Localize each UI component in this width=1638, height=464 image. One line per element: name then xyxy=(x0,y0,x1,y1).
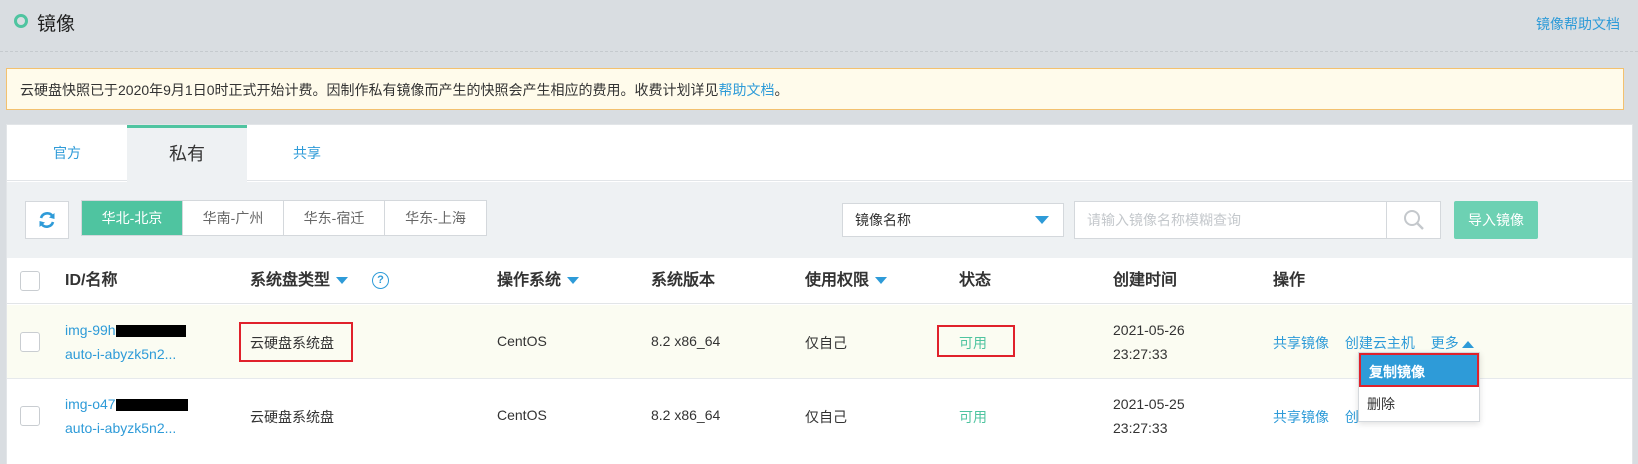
disk-type-cell: 云硬盘系统盘 xyxy=(250,335,334,351)
create-vm-link[interactable]: 创 xyxy=(1345,409,1359,425)
more-label: 更多 xyxy=(1430,335,1459,351)
col-status: 状态 xyxy=(959,272,992,289)
search-icon xyxy=(1403,210,1424,230)
col-disk-type: 系统盘类型? xyxy=(250,258,390,304)
search-box xyxy=(1074,201,1441,239)
permission-cell: 仅自己 xyxy=(805,409,847,425)
title-circle-icon xyxy=(14,14,28,28)
region-beijing[interactable]: 华北-北京 xyxy=(82,201,183,235)
os-filter-icon[interactable] xyxy=(567,277,580,285)
chevron-up-icon xyxy=(1461,340,1474,348)
more-actions-dropdown: 复制镜像 删除 xyxy=(1358,352,1480,422)
notice-text: 云硬盘快照已于2020年9月1日0时正式开始计费。因制作私有镜像而产生的快照会产… xyxy=(20,82,719,98)
image-tabs: 官方 私有 共享 xyxy=(7,125,1632,182)
page-title: 镜像 xyxy=(37,14,76,35)
region-selector: 华北-北京 华南-广州 华东-宿迁 华东-上海 xyxy=(81,200,487,236)
copy-image-menu-item[interactable]: 复制镜像 xyxy=(1359,353,1479,387)
share-image-link[interactable]: 共享镜像 xyxy=(1273,409,1329,425)
search-field-value: 镜像名称 xyxy=(855,212,911,228)
id-name-cell: img-99h auto-i-abyzk5n2... xyxy=(65,318,186,366)
table-header: ID/名称 系统盘类型? 操作系统 系统版本 使用权限 状态 创建时间 操作 xyxy=(7,258,1632,304)
import-image-button[interactable]: 导入镜像 xyxy=(1454,201,1538,239)
disk-type-filter-icon[interactable] xyxy=(336,277,349,285)
image-panel: 官方 私有 共享 华北-北京 华南-广州 华东-宿迁 华东-上海 镜像名称 请输… xyxy=(6,124,1633,464)
created-time: 23:27:33 xyxy=(1113,346,1168,362)
tab-shared[interactable]: 共享 xyxy=(247,125,367,181)
created-time: 23:27:33 xyxy=(1113,420,1168,436)
created-cell: 2021-05-25 23:27:33 xyxy=(1113,392,1185,440)
delete-menu-item[interactable]: 删除 xyxy=(1359,387,1479,421)
image-id-link[interactable]: img-99h xyxy=(65,322,116,338)
status-badge: 可用 xyxy=(959,409,987,425)
page-header: 镜像 镜像帮助文档 xyxy=(0,0,1638,52)
actions-cell: 共享镜像 创 xyxy=(1273,407,1359,427)
notice-help-link[interactable]: 帮助文档 xyxy=(719,82,775,98)
image-id-link[interactable]: img-o47 xyxy=(65,396,116,412)
billing-notice: 云硬盘快照已于2020年9月1日0时正式开始计费。因制作私有镜像而产生的快照会产… xyxy=(6,68,1624,110)
search-field-select[interactable]: 镜像名称 xyxy=(842,203,1064,237)
search-input[interactable] xyxy=(1075,202,1385,238)
create-vm-link[interactable]: 创建云主机 xyxy=(1345,335,1415,351)
col-os-label: 操作系统 xyxy=(497,272,562,289)
version-cell: 8.2 x86_64 xyxy=(651,407,721,423)
region-suqian[interactable]: 华东-宿迁 xyxy=(284,201,385,235)
share-image-link[interactable]: 共享镜像 xyxy=(1273,335,1329,351)
permission-filter-icon[interactable] xyxy=(875,277,888,285)
col-id-name: ID/名称 xyxy=(65,272,118,289)
created-cell: 2021-05-26 23:27:33 xyxy=(1113,318,1185,366)
chevron-down-icon xyxy=(1035,216,1049,224)
tab-private[interactable]: 私有 xyxy=(127,125,247,182)
refresh-icon xyxy=(39,212,55,228)
region-guangzhou[interactable]: 华南-广州 xyxy=(183,201,284,235)
disk-type-cell: 云硬盘系统盘 xyxy=(250,409,334,425)
filter-bar: 华北-北京 华南-广州 华东-宿迁 华东-上海 镜像名称 导入镜像 xyxy=(7,182,1632,258)
id-name-cell: img-o47 auto-i-abyzk5n2... xyxy=(65,392,188,440)
version-cell: 8.2 x86_64 xyxy=(651,333,721,349)
more-actions-link[interactable]: 更多 xyxy=(1431,335,1474,351)
permission-cell: 仅自己 xyxy=(805,335,847,351)
col-version: 系统版本 xyxy=(651,272,716,289)
select-all-checkbox[interactable] xyxy=(20,271,40,291)
created-date: 2021-05-25 xyxy=(1113,396,1185,412)
col-actions: 操作 xyxy=(1273,272,1306,289)
notice-suffix: 。 xyxy=(774,82,789,98)
col-permission-label: 使用权限 xyxy=(805,272,870,289)
created-date: 2021-05-26 xyxy=(1113,322,1185,338)
region-shanghai[interactable]: 华东-上海 xyxy=(385,201,486,235)
status-badge: 可用 xyxy=(959,335,987,351)
image-name-link[interactable]: auto-i-abyzk5n2... xyxy=(65,416,188,440)
col-permission: 使用权限 xyxy=(805,258,888,304)
actions-cell: 共享镜像 创建云主机 更多 xyxy=(1273,333,1474,353)
image-name-link[interactable]: auto-i-abyzk5n2... xyxy=(65,342,186,366)
col-os: 操作系统 xyxy=(497,258,580,304)
search-button[interactable] xyxy=(1386,202,1440,238)
help-question-icon[interactable]: ? xyxy=(372,272,390,290)
redaction-mask xyxy=(115,325,186,338)
col-disk-type-label: 系统盘类型 xyxy=(250,272,331,289)
tab-official[interactable]: 官方 xyxy=(7,125,127,181)
redaction-mask xyxy=(115,399,188,412)
image-help-link[interactable]: 镜像帮助文档 xyxy=(1536,14,1620,34)
col-created: 创建时间 xyxy=(1113,272,1178,289)
refresh-button[interactable] xyxy=(25,201,69,239)
os-cell: CentOS xyxy=(497,333,547,349)
row-checkbox[interactable] xyxy=(20,406,40,426)
os-cell: CentOS xyxy=(497,407,547,423)
row-checkbox[interactable] xyxy=(20,332,40,352)
